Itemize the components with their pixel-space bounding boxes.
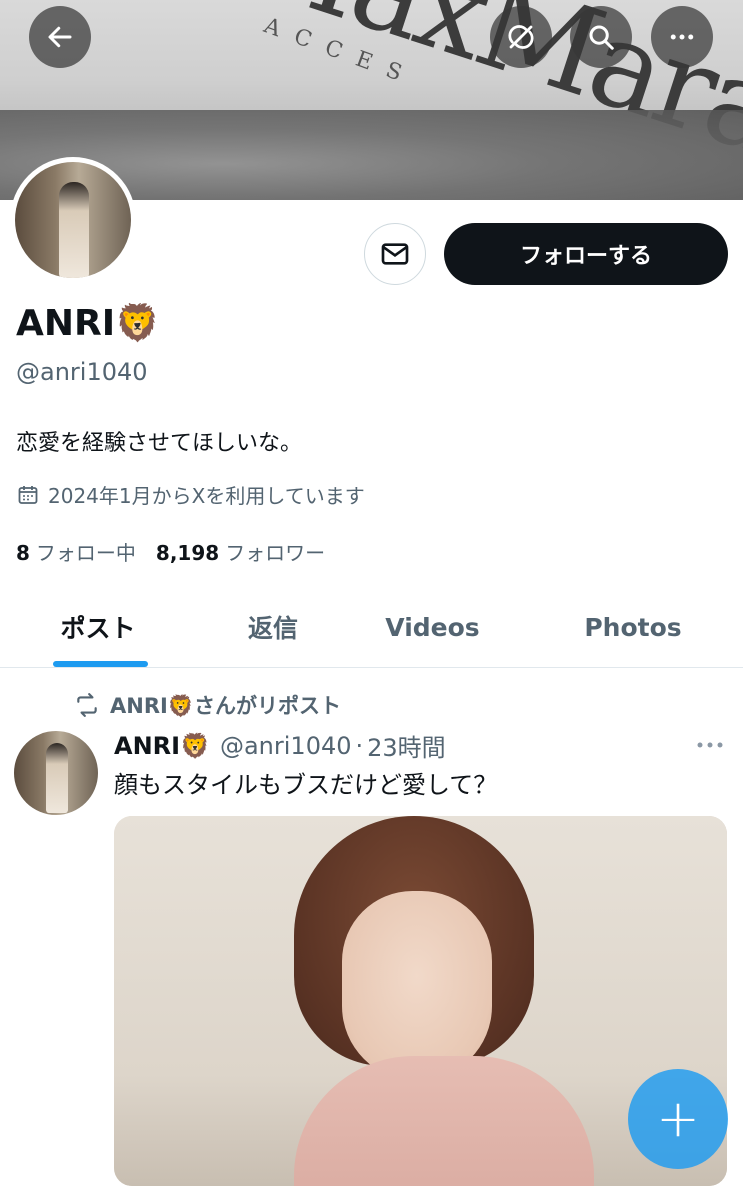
profile-avatar[interactable] <box>10 157 136 283</box>
tweet-author-handle[interactable]: @anri1040 <box>220 732 352 760</box>
tweet-separator: · <box>355 731 364 760</box>
plus-icon: + <box>656 1089 700 1149</box>
search-icon <box>589 25 614 50</box>
profile-bio: 恋愛を経験させてほしいな。 <box>16 431 303 456</box>
follow-stats: 8 フォロー中 8,198 フォロワー <box>16 537 325 566</box>
profile-name-text: ANRI <box>16 303 116 344</box>
compose-button[interactable]: + <box>628 1069 728 1169</box>
tweet-time[interactable]: 23時間 <box>367 728 446 763</box>
followers-count: 8,198 <box>155 541 220 565</box>
joined-date: 2024年1月からXを利用しています <box>16 480 365 509</box>
avatar-image <box>15 162 131 278</box>
followers-label: フォロワー <box>225 541 326 565</box>
followers-link[interactable]: 8,198 フォロワー <box>156 537 325 566</box>
tab-replies[interactable]: 返信 <box>196 587 350 667</box>
tweet-text: 顔もスタイルもブスだけど愛して？ <box>114 771 498 799</box>
calendar-icon <box>18 485 38 504</box>
tab-posts[interactable]: ポスト <box>0 587 196 667</box>
following-link[interactable]: 8 フォロー中 <box>16 537 136 566</box>
tweet-author-avatar[interactable] <box>14 731 98 815</box>
following-label: フォロー中 <box>35 541 136 565</box>
tweet-header: ANRI🦁 @anri1040 · 23時間 <box>114 728 446 763</box>
lion-emoji: 🦁 <box>115 303 160 344</box>
search-button[interactable] <box>570 6 632 68</box>
avatar-figure <box>59 182 89 278</box>
back-arrow-icon <box>48 26 72 48</box>
joined-text: 2024年1月からXを利用しています <box>48 484 365 508</box>
active-tab-indicator <box>53 661 148 667</box>
message-button[interactable] <box>364 223 426 285</box>
repost-label: ANRI🦁さんがリポスト <box>110 694 341 718</box>
more-icon <box>697 742 723 748</box>
repost-indicator[interactable]: ANRI🦁さんがリポスト <box>74 690 341 720</box>
profile-tabs: ポスト 返信 Videos Photos <box>0 587 743 668</box>
no-sync-icon <box>508 25 534 49</box>
more-button[interactable] <box>651 6 713 68</box>
mail-icon <box>381 243 409 265</box>
tweet-more-button[interactable] <box>694 732 726 762</box>
tweet-author-name[interactable]: ANRI🦁 <box>114 732 210 760</box>
follow-button[interactable]: フォローする <box>444 223 728 285</box>
following-count: 8 <box>16 541 30 565</box>
lion-emoji: 🦁 <box>180 731 210 760</box>
media-face <box>342 891 492 1081</box>
back-button[interactable] <box>29 6 91 68</box>
profile-name: ANRI🦁 <box>16 302 160 344</box>
no-sync-button[interactable] <box>490 6 552 68</box>
repost-icon <box>77 693 97 717</box>
tab-videos[interactable]: Videos <box>350 587 515 667</box>
more-icon <box>670 34 694 40</box>
avatar-figure <box>46 743 68 813</box>
profile-handle: @anri1040 <box>16 358 148 386</box>
tweet-author-name-text: ANRI <box>114 731 181 760</box>
tab-photos[interactable]: Photos <box>515 587 743 667</box>
